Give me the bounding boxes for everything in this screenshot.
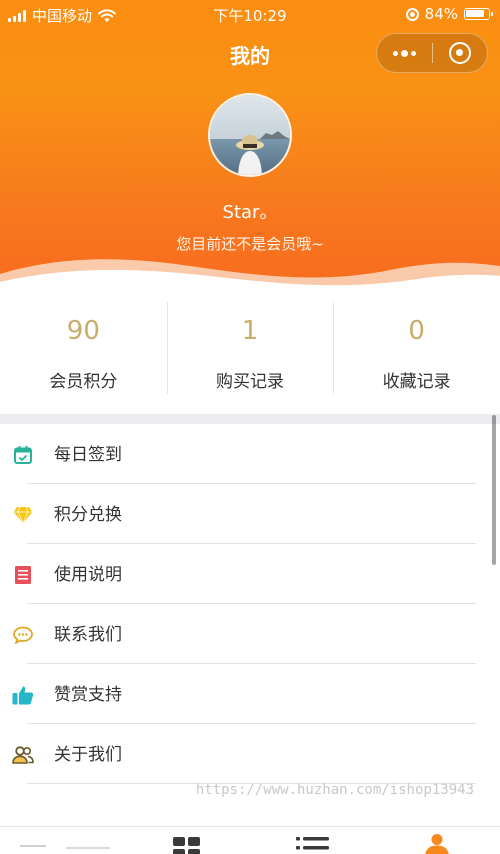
username: Star。: [222, 202, 278, 223]
scrollbar[interactable]: [492, 415, 496, 565]
user-icon: [425, 834, 449, 854]
menu-item-instructions[interactable]: 使用说明: [0, 544, 500, 604]
menu-item-appreciation[interactable]: 赞赏支持: [0, 664, 500, 724]
tab-list[interactable]: [296, 835, 329, 854]
document-icon: [12, 564, 34, 586]
menu-item-label: 联系我们: [54, 625, 122, 645]
close-miniprogram-button[interactable]: [433, 34, 488, 72]
avatar-photo: [210, 95, 290, 175]
menu-item-label: 使用说明: [54, 565, 122, 585]
target-circle-icon: [448, 42, 471, 64]
chat-bubble-icon: [12, 624, 34, 646]
stat-label: 收藏记录: [382, 372, 451, 392]
more-dots-icon: [392, 49, 416, 57]
people-icon: [12, 744, 34, 766]
menu-list: 每日签到 积分兑换 使用说明 联系我们 赞赏支持 关于我们: [0, 424, 500, 784]
grid-icon: [173, 837, 200, 854]
list-icon: [296, 837, 329, 850]
menu-item-label: 关于我们: [54, 745, 122, 765]
stat-value: 90: [66, 316, 100, 346]
menu-item-label: 积分兑换: [54, 505, 122, 525]
menu-item-points-exchange[interactable]: 积分兑换: [0, 484, 500, 544]
stat-value: 0: [408, 316, 425, 346]
menu-item-contact-us[interactable]: 联系我们: [0, 604, 500, 664]
orientation-lock-icon: [405, 7, 419, 21]
battery-icon: [464, 8, 493, 20]
thumbs-up-icon: [12, 684, 34, 706]
member-status-note: 您目前还不是会员哦~: [176, 235, 324, 253]
battery-percent: 84%: [424, 5, 458, 23]
miniprogram-capsule: [376, 33, 488, 73]
stat-purchase-records[interactable]: 1 购买记录: [166, 302, 334, 394]
home-icon-detail: [66, 847, 110, 849]
stat-member-points[interactable]: 90 会员积分: [0, 302, 167, 394]
menu-item-label: 每日签到: [54, 445, 122, 465]
home-icon: [20, 845, 46, 847]
watermark: https://www.huzhan.com/ishop13943: [195, 782, 474, 798]
avatar[interactable]: [208, 93, 292, 177]
tab-home[interactable]: [20, 845, 110, 851]
status-bar: 中国移动 下午10:29 84%: [0, 0, 500, 28]
stat-value: 1: [241, 316, 259, 346]
menu-item-label: 赞赏支持: [54, 685, 122, 705]
stat-favorite-records[interactable]: 0 收藏记录: [333, 302, 500, 394]
calendar-check-icon: [12, 444, 34, 466]
menu-item-daily-checkin[interactable]: 每日签到: [0, 424, 500, 484]
tab-mine[interactable]: [422, 833, 452, 854]
tab-bar: [0, 826, 500, 854]
stats-row: 90 会员积分 1 购买记录 0 收藏记录: [0, 302, 500, 394]
stat-label: 会员积分: [49, 372, 118, 392]
diamond-icon: [12, 504, 34, 526]
more-button[interactable]: [377, 34, 432, 72]
menu-item-about-us[interactable]: 关于我们: [0, 724, 500, 784]
tab-categories[interactable]: [172, 835, 202, 854]
section-divider: [0, 414, 500, 424]
stat-label: 购买记录: [216, 372, 284, 392]
